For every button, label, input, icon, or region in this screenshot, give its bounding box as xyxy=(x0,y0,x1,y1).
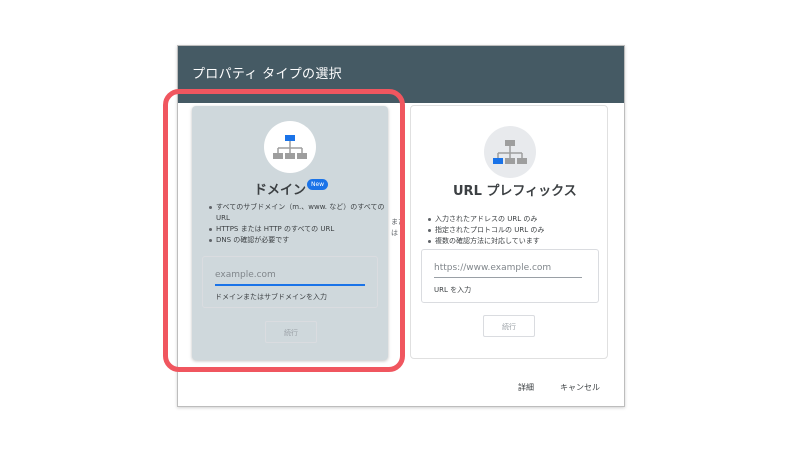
highlight-frame xyxy=(163,89,405,372)
list-item: 指定されたプロトコルの URL のみ xyxy=(428,225,605,236)
details-button[interactable]: 詳細 xyxy=(518,382,534,393)
list-item: 複数の確認方法に対応しています xyxy=(428,236,605,247)
url-input-underline xyxy=(434,277,582,278)
url-bullet-list: 入力されたアドレスの URL のみ 指定されたプロトコルの URL のみ 複数の… xyxy=(425,214,605,247)
url-input-help: URL を入力 xyxy=(434,286,472,294)
url-continue-button[interactable]: 続行 xyxy=(483,315,535,337)
cancel-button[interactable]: キャンセル xyxy=(560,382,600,393)
list-item: 入力されたアドレスの URL のみ xyxy=(428,214,605,225)
url-input-box: https://www.example.com URL を入力 xyxy=(421,249,599,303)
url-input[interactable]: https://www.example.com xyxy=(434,263,551,273)
dialog-title: プロパティ タイプの選択 xyxy=(192,67,342,82)
url-prefix-title: URL プレフィックス xyxy=(453,184,577,199)
url-prefix-card[interactable]: URL プレフィックス 入力されたアドレスの URL のみ 指定されたプロトコル… xyxy=(410,105,608,359)
sitemap-icon xyxy=(484,126,536,178)
